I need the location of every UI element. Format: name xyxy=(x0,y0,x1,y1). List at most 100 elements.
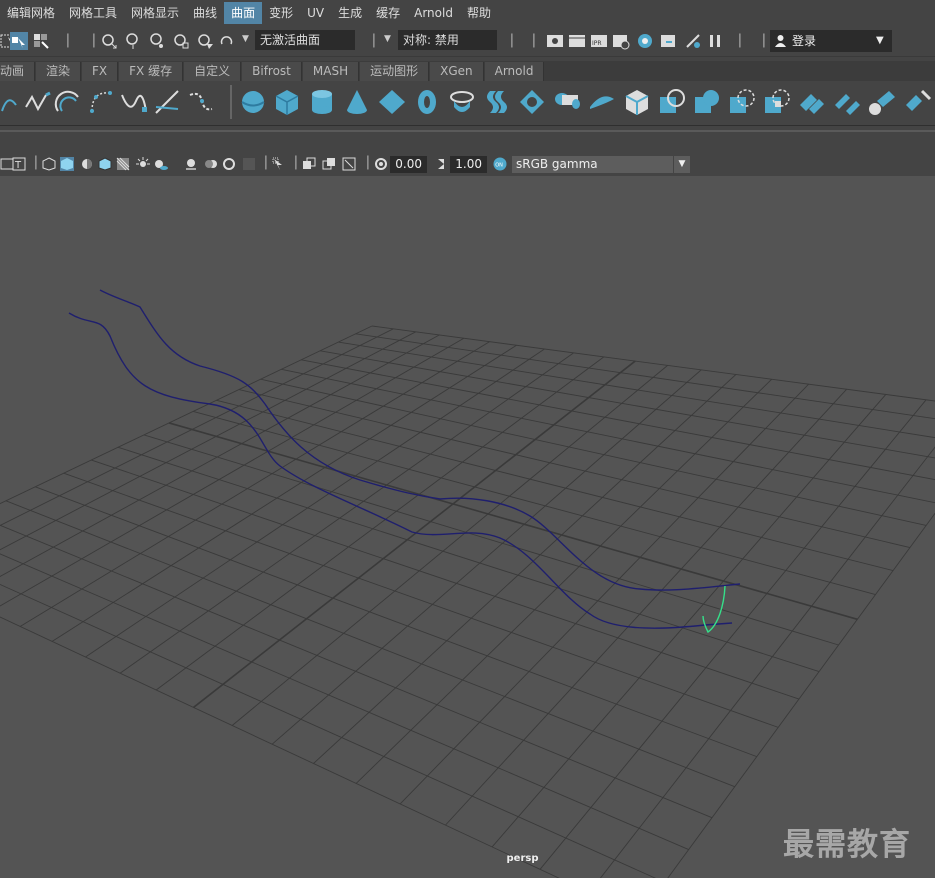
section-divider[interactable]: ❘ xyxy=(62,32,74,52)
snap-point-icon[interactable] xyxy=(148,32,166,50)
nurbs-cylinder-icon[interactable] xyxy=(307,87,337,117)
cut-curve-icon[interactable] xyxy=(186,87,216,117)
screen-space-ao-icon[interactable] xyxy=(184,157,198,171)
shelf-tab-arnold[interactable]: Arnold xyxy=(484,62,545,81)
ipr-render-icon[interactable]: IPR xyxy=(590,32,608,50)
select-hierarchy-icon[interactable] xyxy=(10,32,28,50)
anti-aliasing-icon[interactable] xyxy=(222,157,236,171)
snap-grid-icon[interactable] xyxy=(100,32,118,50)
viewport-persp[interactable]: persp 最需教育 xyxy=(0,176,935,878)
shadows-icon[interactable] xyxy=(154,157,168,171)
section-divider[interactable]: ❘ xyxy=(734,32,746,52)
shelf-tab-rendering[interactable]: 渲染 xyxy=(36,62,82,81)
xray-active-components-icon[interactable] xyxy=(322,157,336,171)
use-all-lights-icon[interactable] xyxy=(136,157,150,171)
color-space-dropdown[interactable]: sRGB gamma ▼ xyxy=(512,156,690,173)
menu-generate[interactable]: 生成 xyxy=(331,2,369,24)
bevel-plus-icon[interactable] xyxy=(622,87,652,117)
texture-display-icon[interactable]: T xyxy=(12,157,26,171)
viewport-canvas[interactable] xyxy=(0,176,935,878)
menu-mesh-display[interactable]: 网格显示 xyxy=(124,2,186,24)
chevron-down-icon[interactable]: ▼ xyxy=(242,34,249,44)
depth-of-field-icon[interactable] xyxy=(242,157,256,171)
nurbs-torus-icon[interactable] xyxy=(412,87,442,117)
hypershade-icon[interactable] xyxy=(636,32,654,50)
rebuild-surface-icon[interactable] xyxy=(902,87,932,117)
motion-blur-icon[interactable] xyxy=(204,157,218,171)
wireframe-on-shaded-icon[interactable] xyxy=(98,157,112,171)
arc-tool-icon[interactable] xyxy=(52,87,82,117)
exposure-icon[interactable] xyxy=(374,157,388,171)
trim-tool-icon[interactable] xyxy=(727,87,757,117)
loft-icon[interactable] xyxy=(482,87,512,117)
menu-mesh-tools[interactable]: 网格工具 xyxy=(62,2,124,24)
menu-curves[interactable]: 曲线 xyxy=(186,2,224,24)
chevron-down-icon[interactable]: ▼ xyxy=(384,34,391,44)
shelf-tab-fx-caching[interactable]: FX 缓存 xyxy=(119,62,184,81)
gamma-icon[interactable] xyxy=(434,157,448,171)
pause-icon[interactable] xyxy=(706,32,724,50)
menu-arnold[interactable]: Arnold xyxy=(407,2,460,24)
extrude-icon[interactable] xyxy=(552,87,582,117)
shelf-tab-bifrost[interactable]: Bifrost xyxy=(242,62,302,81)
nurbs-curve-upper[interactable] xyxy=(99,289,741,591)
select-component-icon[interactable] xyxy=(32,32,50,50)
login-button[interactable]: 登录 ▼ xyxy=(770,30,892,52)
menu-cache[interactable]: 缓存 xyxy=(369,2,407,24)
live-surface-field[interactable]: 无激活曲面 xyxy=(255,30,355,50)
shelf-tab-motion-graphics[interactable]: 运动图形 xyxy=(360,62,430,81)
bezier-curve-tool-icon[interactable] xyxy=(118,87,148,117)
fillet-icon[interactable] xyxy=(867,87,897,117)
section-divider[interactable]: ❘ xyxy=(758,32,770,52)
snap-view-plane-icon[interactable] xyxy=(196,32,214,50)
smooth-shade-icon[interactable] xyxy=(60,157,74,171)
pencil-curve-tool-icon[interactable] xyxy=(22,87,52,117)
snap-curve-icon[interactable] xyxy=(124,32,142,50)
section-divider[interactable]: ❘ xyxy=(528,32,540,52)
attach-surfaces-icon[interactable] xyxy=(797,87,827,117)
section-divider[interactable]: ❘ xyxy=(506,32,518,52)
shelf-tab-animation[interactable]: 动画 xyxy=(0,62,36,81)
render-settings-icon[interactable] xyxy=(612,32,630,50)
exposure-field[interactable]: 0.00 xyxy=(390,156,427,173)
shelf-tab-mash[interactable]: MASH xyxy=(302,62,360,81)
untrim-icon[interactable] xyxy=(762,87,792,117)
shelf-tab-fx[interactable]: FX xyxy=(82,62,119,81)
symmetry-field[interactable]: 对称: 禁用 xyxy=(398,30,497,50)
wireframe-icon[interactable] xyxy=(42,157,56,171)
render-current-frame-icon[interactable] xyxy=(568,32,586,50)
detach-surfaces-icon[interactable] xyxy=(832,87,862,117)
project-curve-icon[interactable] xyxy=(692,87,722,117)
render-view-icon[interactable] xyxy=(546,32,564,50)
birail-icon[interactable] xyxy=(587,87,617,117)
make-live-icon[interactable] xyxy=(218,32,236,50)
menu-help[interactable]: 帮助 xyxy=(460,2,498,24)
menu-deform[interactable]: 变形 xyxy=(262,2,300,24)
snap-projected-center-icon[interactable] xyxy=(172,32,190,50)
nurbs-cone-icon[interactable] xyxy=(342,87,372,117)
nurbs-sphere-icon[interactable] xyxy=(238,87,268,117)
section-divider[interactable]: ❘ xyxy=(88,32,100,52)
nurbs-cube-icon[interactable] xyxy=(272,87,302,117)
render-setup-icon[interactable] xyxy=(660,32,678,50)
revolve-icon[interactable] xyxy=(447,87,477,117)
planar-icon[interactable] xyxy=(517,87,547,117)
shelf-tab-custom[interactable]: 自定义 xyxy=(184,62,242,81)
xray-joints-icon[interactable] xyxy=(302,157,316,171)
xray-icon[interactable] xyxy=(116,157,130,171)
color-management-icon[interactable]: ON xyxy=(493,157,507,171)
curve-intersect-icon[interactable] xyxy=(152,87,182,117)
shelf-tab-xgen[interactable]: XGen xyxy=(430,62,484,81)
isolate-select-icon[interactable] xyxy=(272,157,286,171)
section-divider[interactable]: ❘ xyxy=(368,32,380,52)
resolution-gate-icon[interactable] xyxy=(342,157,356,171)
cv-curve-tool-icon[interactable] xyxy=(86,87,116,117)
menu-uv[interactable]: UV xyxy=(300,2,331,24)
light-editor-icon[interactable] xyxy=(684,32,702,50)
menu-edit-mesh[interactable]: 编辑网格 xyxy=(0,2,62,24)
nurbs-plane-icon[interactable] xyxy=(377,87,407,117)
default-material-icon[interactable] xyxy=(80,157,94,171)
menu-surfaces[interactable]: 曲面 xyxy=(224,1,263,24)
gamma-field[interactable]: 1.00 xyxy=(450,156,487,173)
intersect-surfaces-icon[interactable] xyxy=(657,87,687,117)
